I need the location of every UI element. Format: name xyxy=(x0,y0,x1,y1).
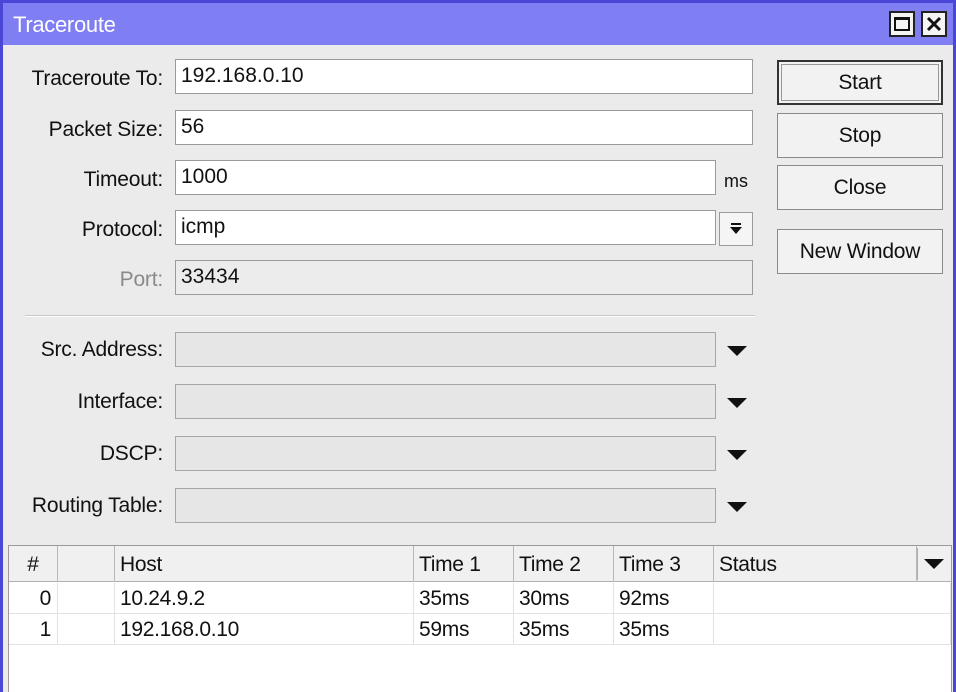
interface-dropdown-icon[interactable] xyxy=(727,398,747,408)
dropdown-arrow-icon xyxy=(730,223,742,234)
table-row[interactable]: 0 10.24.9.2 35ms 30ms 92ms xyxy=(9,583,951,614)
start-button[interactable]: Start xyxy=(777,60,943,105)
table-row[interactable]: 1 192.168.0.10 59ms 35ms 35ms xyxy=(9,614,951,645)
traceroute-to-input[interactable]: 192.168.0.10 xyxy=(175,59,753,94)
row-flag xyxy=(58,583,115,614)
column-header-flag[interactable] xyxy=(58,546,115,582)
protocol-label: Protocol: xyxy=(81,218,163,241)
column-header-time3[interactable]: Time 3 xyxy=(614,546,714,582)
row-status xyxy=(714,583,951,614)
timeout-unit: ms xyxy=(724,171,748,191)
packet-size-label: Packet Size: xyxy=(48,118,164,141)
interface-input[interactable] xyxy=(175,384,716,419)
column-header-status[interactable]: Status xyxy=(714,546,917,582)
timeout-label: Timeout: xyxy=(83,168,164,191)
window-title: Traceroute xyxy=(13,12,116,37)
row-time3: 92ms xyxy=(614,583,714,614)
protocol-dropdown-button[interactable] xyxy=(719,212,753,246)
protocol-select[interactable]: icmp xyxy=(175,210,716,245)
row-time2: 35ms xyxy=(514,614,614,645)
column-header-time1[interactable]: Time 1 xyxy=(414,546,514,582)
row-host: 192.168.0.10 xyxy=(115,614,414,645)
dscp-label: DSCP: xyxy=(99,442,163,465)
routing-table-input[interactable] xyxy=(175,488,716,523)
row-host: 10.24.9.2 xyxy=(115,583,414,614)
close-button[interactable]: Close xyxy=(777,165,943,210)
port-label: Port: xyxy=(119,268,164,291)
src-address-label: Src. Address: xyxy=(40,338,163,361)
maximize-icon xyxy=(894,17,910,31)
timeout-input[interactable]: 1000 xyxy=(175,160,716,195)
title-bar[interactable]: Traceroute xyxy=(3,3,953,45)
routing-table-dropdown-icon[interactable] xyxy=(727,502,747,512)
row-number: 1 xyxy=(9,614,58,645)
row-time2: 30ms xyxy=(514,583,614,614)
traceroute-to-label: Traceroute To: xyxy=(31,67,164,90)
row-flag xyxy=(58,614,115,645)
row-time1: 59ms xyxy=(414,614,514,645)
maximize-button[interactable] xyxy=(889,11,915,37)
interface-label: Interface: xyxy=(77,390,163,413)
close-window-button[interactable] xyxy=(921,11,947,37)
column-header-host[interactable]: Host xyxy=(115,546,414,582)
packet-size-input[interactable]: 56 xyxy=(175,110,753,145)
column-menu-button[interactable] xyxy=(917,548,949,580)
column-menu-icon xyxy=(924,559,944,569)
dscp-dropdown-icon[interactable] xyxy=(727,450,747,460)
column-header-number[interactable]: # xyxy=(9,546,58,582)
row-status xyxy=(714,614,951,645)
routing-table-label: Routing Table: xyxy=(31,494,163,517)
close-icon xyxy=(926,16,942,32)
row-time1: 35ms xyxy=(414,583,514,614)
table-header: # Host Time 1 Time 2 Time 3 Status xyxy=(9,546,951,582)
src-address-dropdown-icon[interactable] xyxy=(727,346,747,356)
results-table: # Host Time 1 Time 2 Time 3 Status 0 10.… xyxy=(8,545,952,692)
new-window-button[interactable]: New Window xyxy=(777,229,943,274)
src-address-input[interactable] xyxy=(175,332,716,367)
port-input: 33434 xyxy=(175,260,753,295)
row-number: 0 xyxy=(9,583,58,614)
column-header-time2[interactable]: Time 2 xyxy=(514,546,614,582)
stop-button[interactable]: Stop xyxy=(777,113,943,158)
dscp-input[interactable] xyxy=(175,436,716,471)
divider xyxy=(25,315,755,317)
row-time3: 35ms xyxy=(614,614,714,645)
